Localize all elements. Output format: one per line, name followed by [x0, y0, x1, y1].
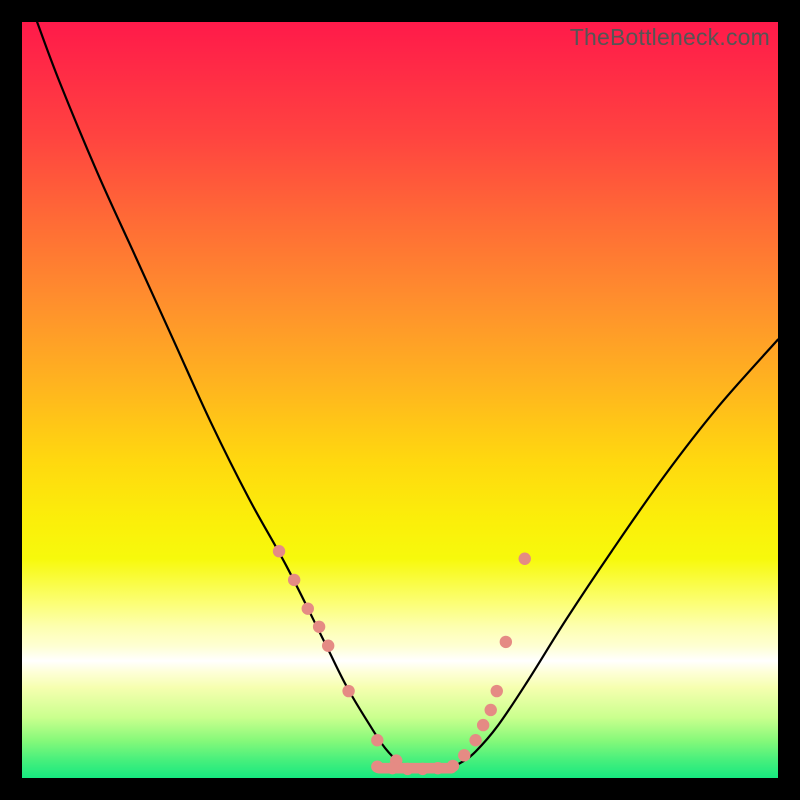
marker-dot	[302, 602, 314, 614]
marker-dot	[401, 763, 413, 775]
marker-dot	[371, 734, 383, 746]
marker-dot	[485, 704, 497, 716]
marker-dot	[447, 760, 459, 772]
marker-dot	[371, 760, 383, 772]
marker-dot	[288, 574, 300, 586]
chart-frame: TheBottleneck.com	[0, 0, 800, 800]
marker-dot	[469, 734, 481, 746]
marker-dot	[322, 640, 334, 652]
marker-dot	[313, 621, 325, 633]
marker-dot	[386, 762, 398, 774]
marker-dot	[500, 636, 512, 648]
plot-area: TheBottleneck.com	[22, 22, 778, 778]
marker-dot	[273, 545, 285, 557]
marker-dot	[342, 685, 354, 697]
marker-dot	[491, 685, 503, 697]
bottom-marker-band	[374, 763, 457, 774]
marker-dot	[519, 553, 531, 565]
marker-dot	[458, 749, 470, 761]
marker-dot	[432, 762, 444, 774]
marker-dot	[477, 719, 489, 731]
bottleneck-curve	[37, 22, 778, 770]
marker-dot	[416, 763, 428, 775]
marker-dots	[273, 545, 531, 775]
chart-svg	[22, 22, 778, 778]
